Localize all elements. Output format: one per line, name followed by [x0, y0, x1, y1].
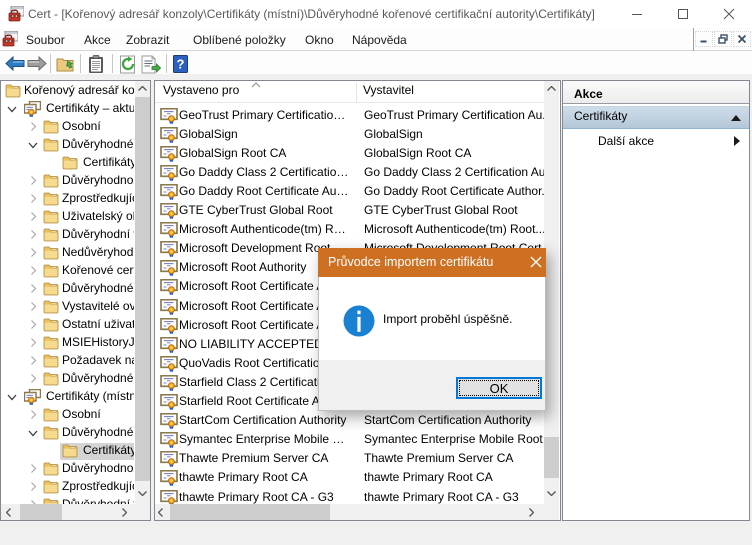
svg-text:?: ?	[177, 57, 185, 72]
